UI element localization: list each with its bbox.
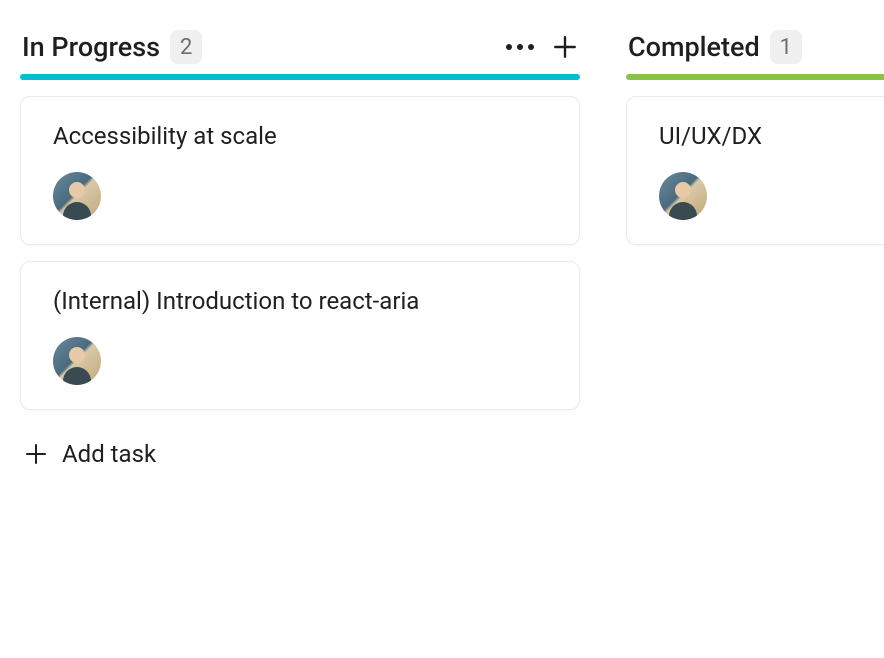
assignee-avatar[interactable] — [53, 172, 101, 220]
task-count-badge: 1 — [770, 30, 802, 64]
add-task-label: Add task — [62, 440, 156, 468]
assignee-avatar[interactable] — [53, 337, 101, 385]
add-task-icon[interactable] — [552, 34, 578, 60]
column-completed: Completed 1 UI/UX/DX — [626, 30, 884, 482]
column-title: In Progress — [22, 31, 160, 63]
kanban-board: In Progress 2 Accessibility at scale — [20, 30, 884, 482]
column-header: Completed 1 — [626, 30, 884, 74]
task-card[interactable]: Accessibility at scale — [20, 96, 580, 245]
task-count-badge: 2 — [170, 30, 202, 64]
task-card[interactable]: (Internal) Introduction to react-aria — [20, 261, 580, 410]
column-title: Completed — [628, 31, 760, 63]
column-in-progress: In Progress 2 Accessibility at scale — [20, 30, 580, 482]
task-title: UI/UX/DX — [659, 121, 873, 152]
column-header: In Progress 2 — [20, 30, 580, 74]
more-options-icon[interactable] — [506, 44, 534, 50]
task-card[interactable]: UI/UX/DX — [626, 96, 884, 245]
task-title: Accessibility at scale — [53, 121, 547, 152]
task-title: (Internal) Introduction to react-aria — [53, 286, 547, 317]
column-color-bar — [20, 74, 580, 80]
column-color-bar — [626, 74, 884, 80]
assignee-avatar[interactable] — [659, 172, 707, 220]
add-task-button[interactable]: Add task — [20, 426, 580, 482]
column-actions — [506, 34, 578, 60]
